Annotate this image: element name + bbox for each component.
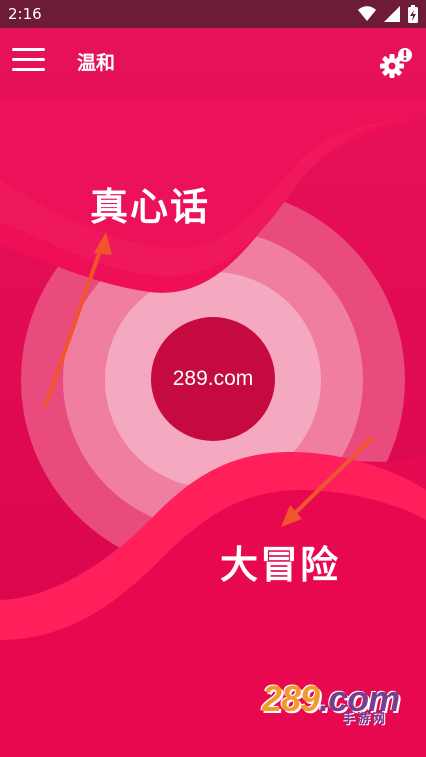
site-watermark: 289.com 手游网 bbox=[262, 678, 407, 730]
menu-button[interactable] bbox=[12, 48, 46, 72]
app-bar: 温和 bbox=[0, 28, 426, 92]
truth-option[interactable]: 真心话 bbox=[90, 176, 210, 231]
hamburger-menu-line bbox=[12, 58, 45, 61]
signal-icon bbox=[384, 6, 400, 22]
watermark-number: 289 bbox=[262, 678, 320, 719]
hamburger-menu-icon bbox=[12, 48, 45, 51]
battery-icon bbox=[408, 5, 418, 23]
watermark-subtitle: 手游网 bbox=[342, 712, 388, 727]
spin-button[interactable]: 289.com bbox=[151, 317, 275, 441]
dare-option[interactable]: 大冒险 bbox=[220, 534, 340, 589]
hamburger-menu-line bbox=[12, 68, 45, 71]
status-time: 2:16 bbox=[8, 5, 42, 23]
spin-button-label: 289.com bbox=[172, 367, 254, 390]
gear-icon bbox=[380, 48, 412, 78]
page-title: 温和 bbox=[77, 52, 116, 74]
wifi-icon bbox=[358, 6, 376, 21]
status-icons bbox=[358, 5, 418, 23]
settings-button[interactable] bbox=[378, 46, 414, 80]
status-bar: 2:16 bbox=[0, 0, 426, 28]
app-screen: 2:16 温和 真心话 大冒险 289.com 289.com 手游网 bbox=[0, 0, 426, 757]
